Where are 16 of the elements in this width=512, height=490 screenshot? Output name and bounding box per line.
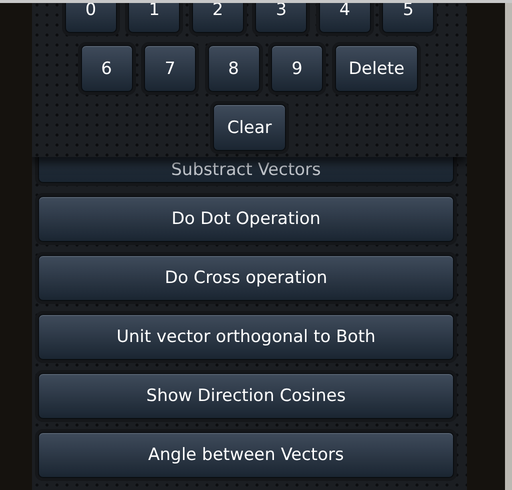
keypad-key[interactable]: 6	[80, 45, 133, 92]
action-button[interactable]: Do Dot Operation	[38, 196, 454, 242]
keypad-key[interactable]: Delete	[334, 45, 418, 92]
action-button[interactable]: Do Cross operation	[38, 255, 454, 301]
keypad-key[interactable]: 0	[64, 0, 117, 33]
keypad-key[interactable]: 4	[318, 0, 371, 33]
keypad-key[interactable]: 7	[144, 45, 196, 92]
keypad-key[interactable]: Clear	[213, 104, 286, 151]
keypad-key[interactable]: 1	[128, 0, 180, 33]
action-button[interactable]: Unit vector orthogonal to Both	[38, 314, 454, 360]
keypad-key[interactable]: 2	[192, 0, 244, 33]
keypad-key[interactable]: 9	[271, 45, 324, 92]
action-button[interactable]: Show Direction Cosines	[38, 373, 454, 419]
action-button[interactable]: Substract Vectors	[38, 157, 454, 183]
action-button[interactable]: Angle between Vectors	[38, 432, 454, 478]
keypad-key[interactable]: 8	[208, 45, 260, 92]
